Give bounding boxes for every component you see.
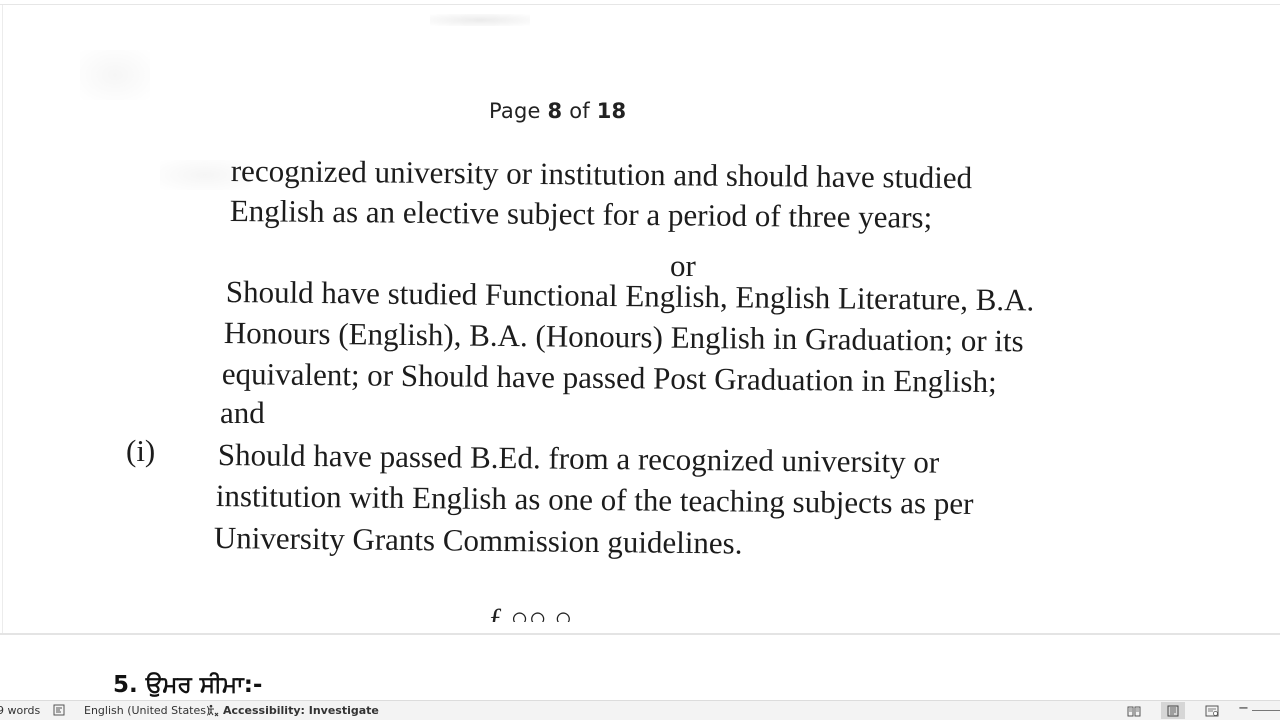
scan-artifact [430, 14, 530, 26]
print-layout-button[interactable] [1161, 702, 1185, 719]
accessibility-icon[interactable] [206, 704, 219, 717]
word-count[interactable]: 9 words [0, 704, 40, 717]
document-line: Should have passed B.Ed. from a recogniz… [217, 437, 940, 480]
document-line: institution with English as one of the t… [215, 478, 974, 521]
print-layout-icon [1167, 705, 1179, 716]
proofing-icon[interactable] [53, 704, 65, 716]
document-line: Honours (English), B.A. (Honours) Englis… [223, 315, 1024, 359]
cropped-scan-text: ƒ ○○ ○ [488, 604, 573, 622]
current-page-number: 8 [547, 99, 563, 123]
document-line: and [220, 395, 265, 430]
zoom-slider-track[interactable] [1252, 710, 1280, 711]
page-left-edge [2, 5, 3, 633]
next-page-heading: 5. ਉਮਰ ਸੀਮਾ:- [113, 672, 263, 698]
status-bar: 9 words English (United States) Accessib… [0, 700, 1280, 720]
document-line: English as an elective subject for a per… [229, 193, 933, 235]
read-mode-icon [1127, 706, 1141, 716]
document-line: University Grants Commission guidelines. [213, 520, 743, 561]
document-line: Should have studied Functional English, … [225, 274, 1035, 318]
zoom-out-button[interactable]: − [1238, 702, 1249, 715]
language-indicator[interactable]: English (United States) [84, 704, 210, 717]
document-page: Page 8 of 18 recognized university or in… [0, 0, 1280, 700]
list-item-marker: (i) [126, 433, 156, 468]
page-top-edge [0, 4, 1280, 5]
page-number-header: Page 8 of 18 [489, 99, 627, 123]
web-layout-icon [1205, 705, 1219, 716]
accessibility-status[interactable]: Accessibility: Investigate [223, 704, 379, 717]
document-line: equivalent; or Should have passed Post G… [221, 356, 997, 400]
web-layout-button[interactable] [1200, 702, 1224, 719]
word-processor-window: Page 8 of 18 recognized university or in… [0, 0, 1280, 720]
read-mode-button[interactable] [1122, 702, 1146, 719]
document-line: recognized university or institution and… [230, 153, 973, 196]
total-pages: 18 [596, 99, 627, 123]
scan-artifact [80, 50, 150, 100]
